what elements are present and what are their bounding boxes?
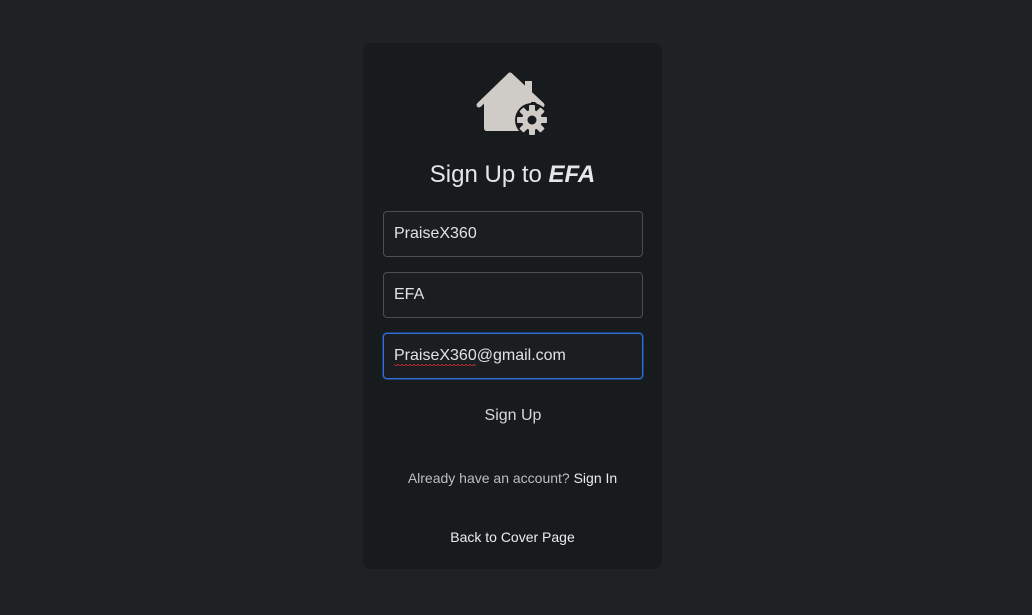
house-gear-icon <box>476 72 549 137</box>
sign-up-button[interactable]: Sign Up <box>463 401 563 431</box>
page-title: Sign Up to EFA <box>363 160 662 190</box>
signup-card: Sign Up to EFA Sign Up Already have an a… <box>363 43 662 569</box>
account-prompt-text: Already have an account? <box>407 470 570 486</box>
username-field[interactable] <box>383 211 643 257</box>
title-brand: EFA <box>548 161 596 188</box>
email-field-wrapper <box>383 333 643 379</box>
email-field[interactable] <box>383 333 643 379</box>
name-field[interactable] <box>383 272 643 318</box>
title-prefix: Sign Up to <box>429 161 549 188</box>
sign-in-link[interactable]: Sign In <box>574 470 618 486</box>
back-to-cover-link[interactable]: Back to Cover Page <box>363 528 662 546</box>
account-prompt-line: Already have an account? Sign In <box>363 469 662 487</box>
